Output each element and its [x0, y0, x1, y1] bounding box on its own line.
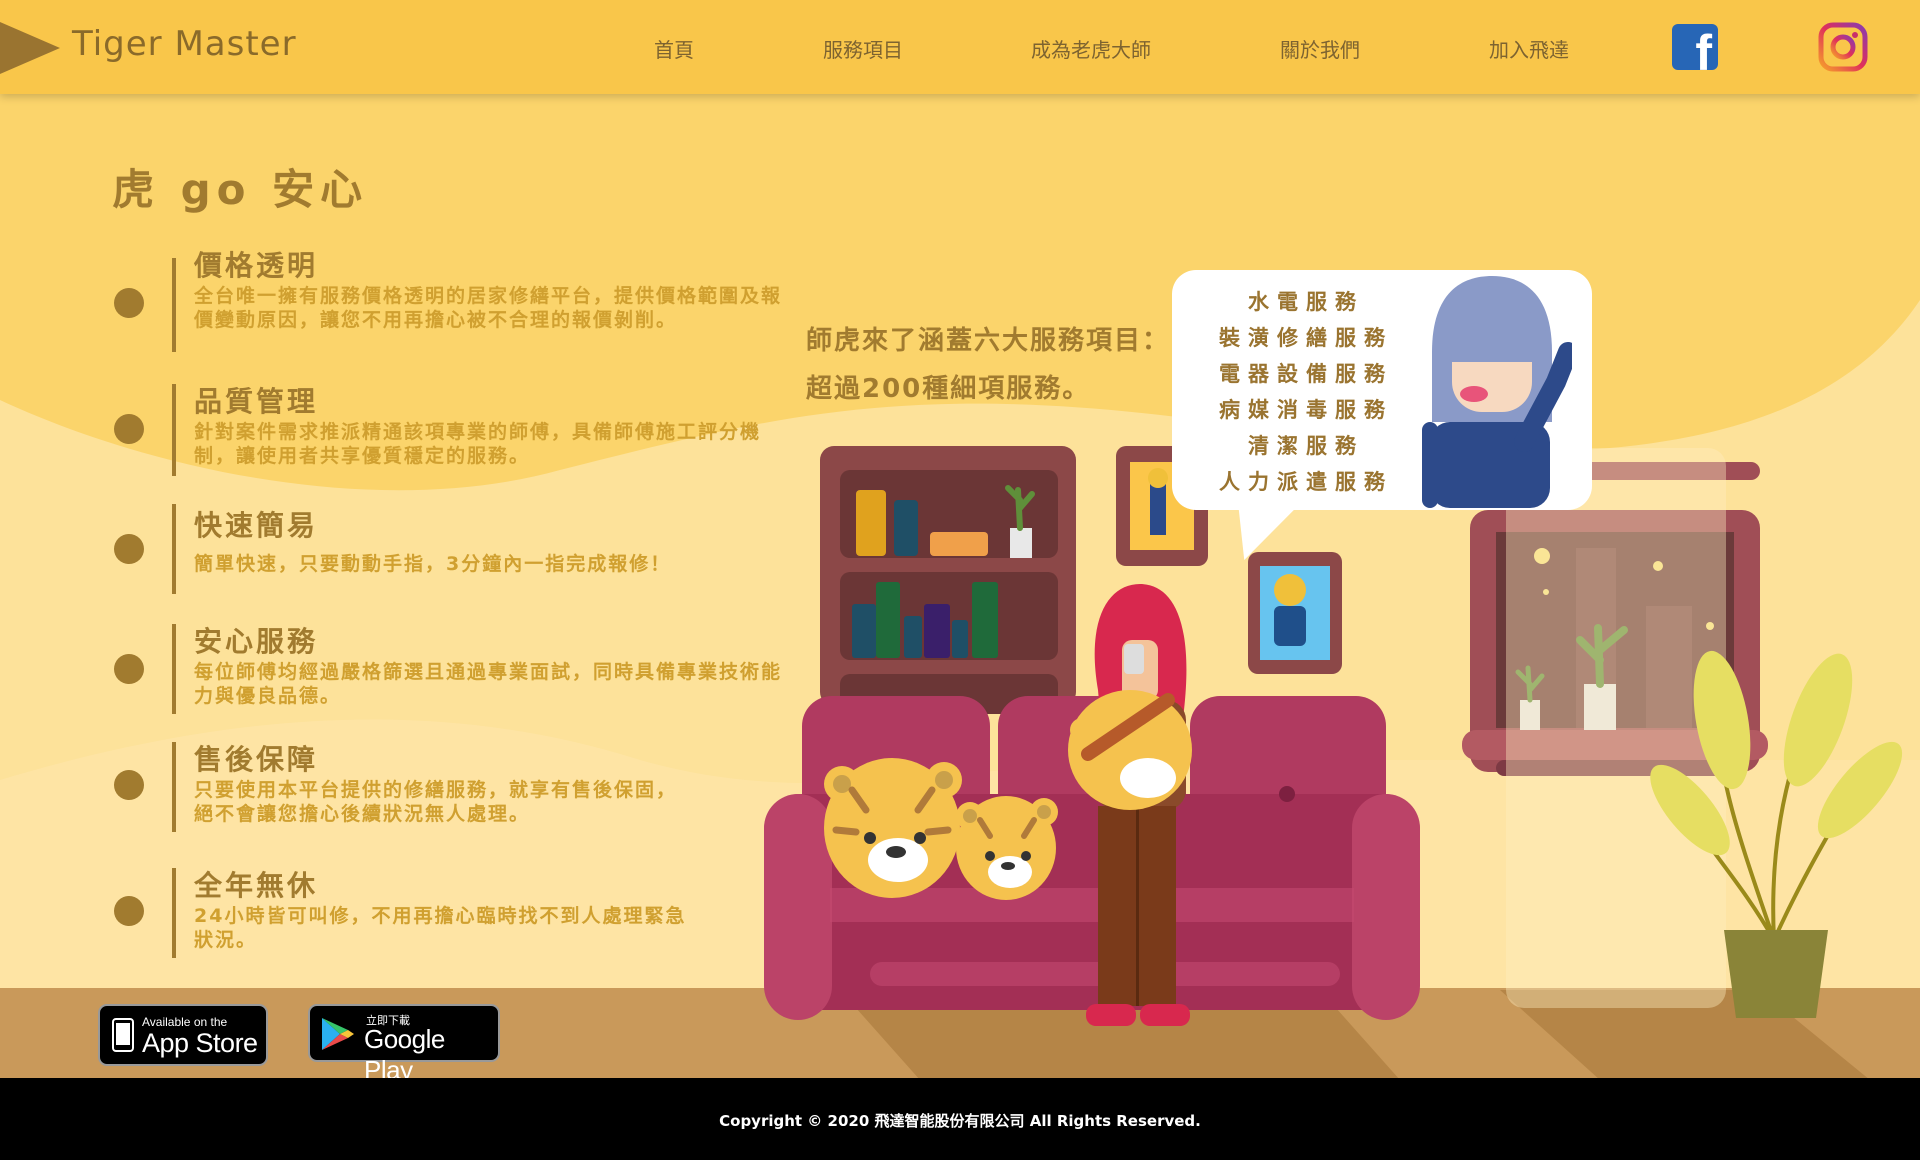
google-play-badge[interactable]: 立即下載 Google Play [308, 1004, 500, 1085]
app-store-big-label: App Store [142, 1028, 258, 1058]
feature-divider [172, 504, 176, 594]
service-item: 病媒消毒服務 [1219, 398, 1393, 422]
service-intro-line-1: 師虎來了涵蓋六大服務項目： [806, 326, 1171, 356]
app-store-badge[interactable]: Available on the App Store [98, 1004, 268, 1066]
phone-icon [112, 1018, 134, 1052]
feature-title: 品質管理 [194, 385, 319, 418]
copyright-text: Copyright © 2020 飛達智能股份有限公司 All Rights R… [719, 1112, 1201, 1130]
nav-item-become-master[interactable]: 成為老虎大師 [1031, 34, 1151, 63]
instagram-icon[interactable] [1818, 22, 1868, 72]
bullet-dot-icon [114, 896, 144, 926]
feature-title: 安心服務 [194, 625, 319, 658]
bullet-dot-icon [114, 770, 144, 800]
google-play-big-label: Google Play [364, 1024, 445, 1085]
feature-title: 價格透明 [194, 249, 319, 282]
service-item: 水電服務 [1248, 290, 1364, 314]
bullet-dot-icon [114, 654, 144, 684]
nav-item-join[interactable]: 加入飛達 [1489, 34, 1569, 63]
google-play-icon [322, 1018, 354, 1050]
feature-divider [172, 384, 176, 476]
feature-description: 24小時皆可叫修，不用再擔心臨時找不到人處理緊急狀況。 [194, 905, 687, 951]
feature-description: 只要使用本平台提供的修繕服務，就享有售後保固，絕不會讓您擔心後續狀況無人處理。 [194, 779, 678, 825]
feature-title: 快速簡易 [194, 509, 319, 542]
nav-item-about[interactable]: 關於我們 [1280, 34, 1360, 63]
service-item: 人力派遣服務 [1219, 470, 1393, 494]
feature-divider [172, 258, 176, 352]
support-agent-illustration [1422, 276, 1572, 508]
app-store-small-label: Available on the [142, 1015, 228, 1029]
bullet-dot-icon [114, 414, 144, 444]
site-header: Tiger Master 首頁 服務項目 成為老虎大師 關於我們 加入飛達 f [0, 0, 1920, 94]
bullet-dot-icon [114, 534, 144, 564]
bullet-dot-icon [114, 288, 144, 318]
nav-item-home[interactable]: 首頁 [654, 34, 694, 63]
feature-description: 簡單快速，只要動動手指，3分鐘內一指完成報修！ [194, 553, 672, 575]
feature-description: 每位師傅均經過嚴格篩選且通過專業面試，同時具備專業技術能力與優良品德。 [194, 661, 783, 707]
feature-title: 售後保障 [194, 743, 319, 776]
feature-divider [172, 624, 176, 714]
logo-triangle-icon [0, 22, 60, 74]
logo-text[interactable]: Tiger Master [72, 24, 297, 64]
service-item: 清潔服務 [1248, 434, 1364, 458]
nav-item-services[interactable]: 服務項目 [823, 34, 903, 63]
service-item: 裝潢修繕服務 [1219, 326, 1393, 350]
feature-divider [172, 742, 176, 832]
site-footer: Copyright © 2020 飛達智能股份有限公司 All Rights R… [0, 1078, 1920, 1160]
feature-title: 全年無休 [194, 869, 319, 902]
feature-description: 全台唯一擁有服務價格透明的居家修繕平台，提供價格範圍及報價變動原因，讓您不用再擔… [194, 285, 783, 331]
page-title: 虎 go 安心 [112, 165, 369, 214]
feature-description: 針對案件需求推派精通該項專業的師傅，具備師傅施工評分機制，讓使用者共享優質穩定的… [194, 421, 762, 467]
facebook-icon[interactable]: f [1672, 24, 1718, 70]
feature-divider [172, 868, 176, 958]
service-item: 電器設備服務 [1219, 362, 1393, 386]
service-intro-line-2: 超過200種細項服務。 [806, 374, 1091, 404]
